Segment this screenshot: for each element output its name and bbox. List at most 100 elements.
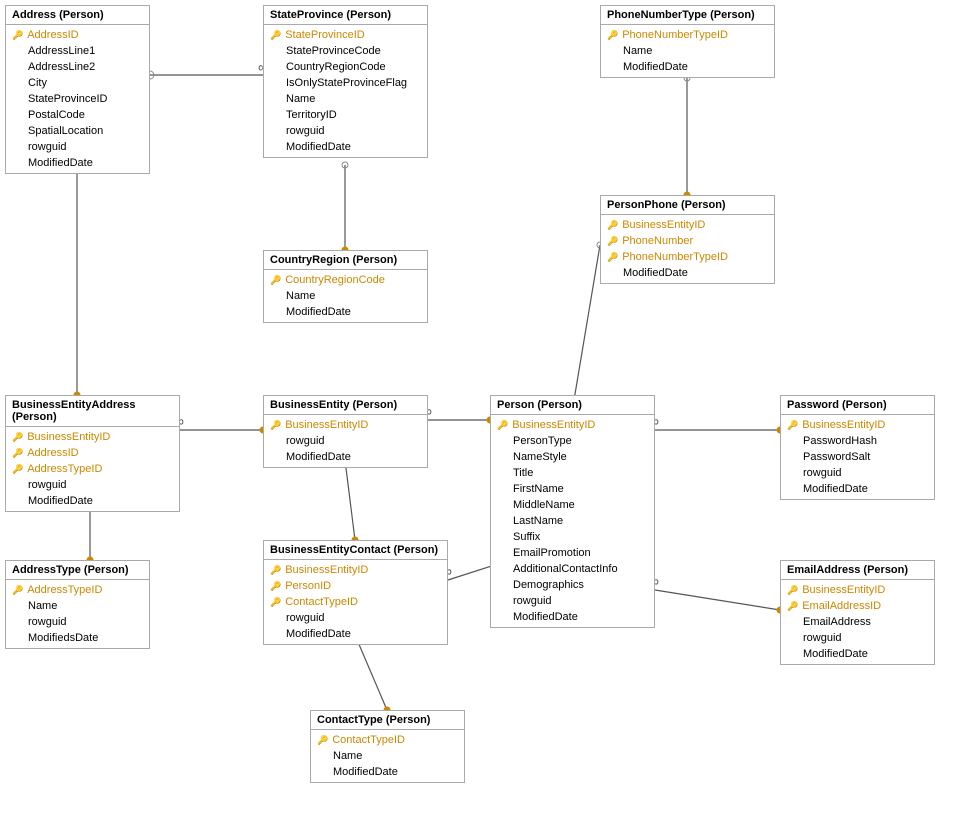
key-icon: 🔑: [497, 420, 508, 431]
field-row: AddressLine1: [6, 43, 149, 59]
field-row: 🔑 BusinessEntityID: [781, 582, 934, 598]
field-row: 🔑BusinessEntityID: [781, 417, 934, 433]
entity-contacttype: ContactType (Person)🔑ContactTypeIDNameMo…: [310, 710, 465, 783]
field-name: ModifiedsDate: [28, 632, 98, 644]
entity-header-phonenumbertype: PhoneNumberType (Person): [601, 6, 774, 25]
field-name: TerritoryID: [286, 109, 337, 121]
field-name: ModifiedDate: [803, 648, 868, 660]
field-name: Title: [513, 467, 533, 479]
field-row: ModifiedDate: [264, 304, 427, 320]
field-name: CountryRegionCode: [285, 274, 385, 286]
field-row: AddressLine2: [6, 59, 149, 75]
entity-header-countryregion: CountryRegion (Person): [264, 251, 427, 270]
field-row: ModifiedDate: [264, 139, 427, 155]
field-row: ModifiedDate: [491, 609, 654, 625]
entity-password: Password (Person)🔑BusinessEntityIDPasswo…: [780, 395, 935, 500]
field-name: PhoneNumber: [622, 235, 693, 247]
field-row: EmailPromotion: [491, 545, 654, 561]
field-name: BusinessEntityID: [285, 419, 368, 431]
field-name: ContactTypeID: [332, 734, 405, 746]
field-name: BusinessEntityID: [285, 564, 368, 576]
field-row: PostalCode: [6, 107, 149, 123]
diagram-canvas: ∞ ∞ ∞ ∞ ∞: [0, 0, 954, 834]
field-name: rowguid: [803, 467, 842, 479]
entity-header-businessentityaddress: BusinessEntityAddress (Person): [6, 396, 179, 427]
field-name: ModifiedDate: [286, 141, 351, 153]
field-row: StateProvinceCode: [264, 43, 427, 59]
field-row: ModifiedDate: [781, 646, 934, 662]
entity-header-stateprovince: StateProvince (Person): [264, 6, 427, 25]
entity-body-contacttype: 🔑ContactTypeIDNameModifiedDate: [311, 730, 464, 782]
field-name: FirstName: [513, 483, 564, 495]
field-name: CountryRegionCode: [286, 61, 386, 73]
entity-body-businessentityaddress: 🔑BusinessEntityID🔑AddressID🔑AddressTypeI…: [6, 427, 179, 511]
field-name: ModifiedDate: [623, 267, 688, 279]
field-name: SpatialLocation: [28, 125, 103, 137]
key-icon: 🔑: [12, 448, 23, 459]
key-icon: 🔑: [607, 252, 618, 263]
key-icon: 🔑: [270, 30, 281, 41]
field-row: 🔑AddressID: [6, 445, 179, 461]
field-name: Name: [333, 750, 362, 762]
field-row: City: [6, 75, 149, 91]
field-row: rowguid: [781, 465, 934, 481]
field-row: ModifiedDate: [601, 59, 774, 75]
field-name: BusinessEntityID: [622, 219, 705, 231]
field-name: Name: [286, 290, 315, 302]
entity-body-person: 🔑BusinessEntityIDPersonTypeNameStyleTitl…: [491, 415, 654, 627]
entity-header-address: Address (Person): [6, 6, 149, 25]
entity-header-addresstype: AddressType (Person): [6, 561, 149, 580]
field-row: Name: [6, 598, 149, 614]
entity-businessentity: BusinessEntity (Person)🔑BusinessEntityID…: [263, 395, 428, 468]
key-icon: 🔑: [787, 601, 798, 612]
entity-stateprovince: StateProvince (Person) 🔑 StateProvinceID St…: [263, 5, 428, 158]
entity-body-businessentitycontact: 🔑BusinessEntityID🔑PersonID🔑ContactTypeID…: [264, 560, 447, 644]
field-row: rowguid: [491, 593, 654, 609]
field-row: 🔑PersonID: [264, 578, 447, 594]
field-row: ModifiedDate: [6, 493, 179, 509]
field-row: 🔑BusinessEntityID: [264, 562, 447, 578]
entity-body-addresstype: 🔑AddressTypeIDNamerowguidModifiedsDate: [6, 580, 149, 648]
field-row: ModifiedDate: [264, 449, 427, 465]
field-row: 🔑PhoneNumberTypeID: [601, 27, 774, 43]
field-row: ModifiedDate: [264, 626, 447, 642]
field-name: rowguid: [286, 612, 325, 624]
field-name: BusinessEntityID: [802, 584, 885, 596]
field-name: PhoneNumberTypeID: [622, 251, 728, 263]
field-name: Demographics: [513, 579, 584, 591]
entity-header-emailaddress: EmailAddress (Person): [781, 561, 934, 580]
key-icon: 🔑: [317, 735, 328, 746]
entity-personphone: PersonPhone (Person)🔑BusinessEntityID🔑Ph…: [600, 195, 775, 284]
entity-body-businessentity: 🔑BusinessEntityIDrowguidModifiedDate: [264, 415, 427, 467]
key-icon: 🔑: [270, 581, 281, 592]
key-icon: 🔑: [12, 464, 23, 475]
field-row: 🔑 StateProvinceID: [264, 27, 427, 43]
field-row: Title: [491, 465, 654, 481]
field-row: Suffix: [491, 529, 654, 545]
field-name: rowguid: [286, 125, 325, 137]
key-icon: 🔑: [12, 30, 23, 41]
field-name: Name: [623, 45, 652, 57]
entity-header-businessentity: BusinessEntity (Person): [264, 396, 427, 415]
field-name: rowguid: [286, 435, 325, 447]
field-name: AddressLine2: [28, 61, 95, 73]
field-row: AdditionalContactInfo: [491, 561, 654, 577]
field-row: PasswordSalt: [781, 449, 934, 465]
field-row: rowguid: [264, 123, 427, 139]
key-icon: 🔑: [787, 585, 798, 596]
field-row: 🔑CountryRegionCode: [264, 272, 427, 288]
field-name: ModifiedDate: [28, 157, 93, 169]
entity-body-emailaddress: 🔑BusinessEntityID🔑EmailAddressIDEmailAdd…: [781, 580, 934, 664]
field-name: EmailAddressID: [802, 600, 881, 612]
field-name: StateProvinceID: [285, 29, 364, 41]
field-name: AddressLine1: [28, 45, 95, 57]
entity-address: Address (Person)🔑AddressIDAddressLine1Ad…: [5, 5, 150, 174]
field-name: PostalCode: [28, 109, 85, 121]
field-row: 🔑BusinessEntityID: [491, 417, 654, 433]
field-name: ModifiedDate: [286, 451, 351, 463]
key-icon: 🔑: [270, 597, 281, 608]
field-name: City: [28, 77, 47, 89]
field-name: PasswordSalt: [803, 451, 870, 463]
entity-header-person: Person (Person): [491, 396, 654, 415]
field-row: ModifiedDate: [601, 265, 774, 281]
